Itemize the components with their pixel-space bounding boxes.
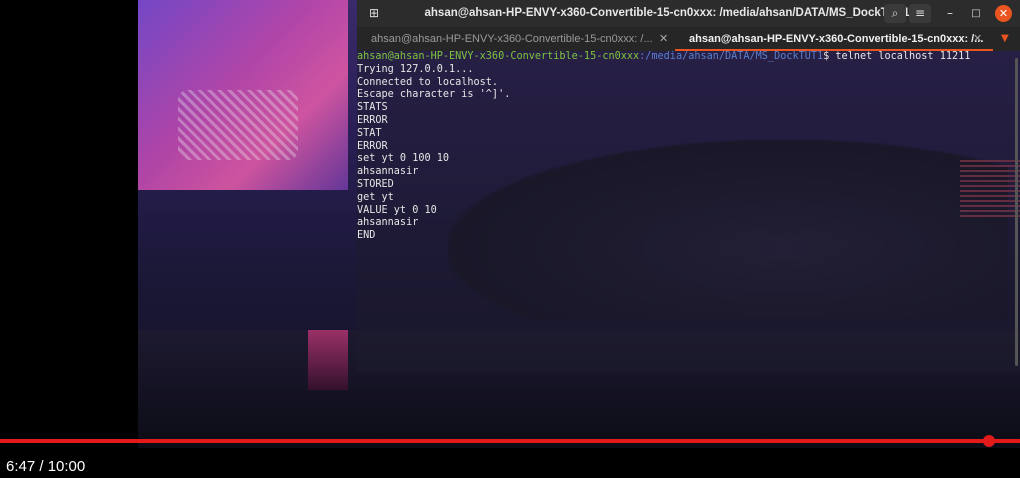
output-line: STORED: [357, 178, 394, 190]
window-titlebar: ⊞ ahsan@ahsan-HP-ENVY-x360-Convertible-1…: [357, 0, 1020, 27]
output-line: Trying 127.0.0.1...: [357, 63, 474, 75]
output-line: Connected to localhost.: [357, 76, 499, 88]
output-line: ERROR: [357, 114, 388, 126]
output-line: STAT: [357, 127, 382, 139]
tab-menu-chevron-icon[interactable]: ▼: [1001, 27, 1009, 51]
terminal-window: ⊞ ahsan@ahsan-HP-ENVY-x360-Convertible-1…: [357, 0, 1020, 372]
search-icon[interactable]: ⌕: [884, 4, 906, 23]
tab-bar: ahsan@ahsan-HP-ENVY-x360-Convertible-15-…: [357, 27, 1020, 51]
minimize-icon[interactable]: –: [939, 4, 961, 23]
prompt-line: ahsan@ahsan-HP-ENVY-x360-Convertible-15-…: [357, 51, 1020, 64]
output-line: ahsannasir: [357, 217, 419, 229]
neon-sign-background: [138, 0, 348, 190]
neon-reflection-background: [308, 330, 348, 390]
tab-terminal-1[interactable]: ahsan@ahsan-HP-ENVY-x360-Convertible-15-…: [357, 27, 675, 51]
close-icon[interactable]: ✕: [995, 5, 1012, 22]
output-line: STATS: [357, 102, 388, 114]
output-line: ahsannasir: [357, 166, 419, 178]
tab-close-icon[interactable]: ✕: [659, 27, 668, 51]
prompt-path: :/media/ahsan/DATA/MS_DockTUT1: [639, 51, 824, 62]
output-line: ERROR: [357, 140, 388, 152]
prompt-command: $ telnet localhost 11211: [823, 51, 971, 62]
video-progress-knob[interactable]: [983, 435, 995, 447]
output-line: Escape character is '^]'.: [357, 89, 511, 101]
video-timecode: 6:47 / 10:00: [6, 458, 86, 475]
output-line: get yt: [357, 191, 394, 203]
tab-terminal-2[interactable]: ahsan@ahsan-HP-ENVY-x360-Convertible-15-…: [675, 27, 993, 51]
output-line: END: [357, 230, 376, 242]
terminal-output[interactable]: ahsan@ahsan-HP-ENVY-x360-Convertible-15-…: [357, 51, 1020, 372]
tab-label: ahsan@ahsan-HP-ENVY-x360-Convertible-15-…: [371, 33, 653, 45]
window-title: ahsan@ahsan-HP-ENVY-x360-Convertible-15-…: [424, 7, 910, 19]
video-progress-bar[interactable]: [0, 439, 1020, 443]
maximize-icon[interactable]: □: [965, 4, 987, 23]
terminal-scrollbar[interactable]: [1015, 58, 1018, 366]
hamburger-menu-icon[interactable]: ≡: [909, 4, 931, 23]
tab-close-icon[interactable]: ✕: [973, 27, 982, 51]
output-line: set yt 0 100 10: [357, 153, 450, 165]
tab-label: ahsan@ahsan-HP-ENVY-x360-Convertible-15-…: [689, 33, 984, 45]
output-line: VALUE yt 0 10: [357, 204, 437, 216]
terminal-new-tab-icon[interactable]: ⊞: [363, 4, 385, 23]
prompt-user: ahsan@ahsan-HP-ENVY-x360-Convertible-15-…: [357, 51, 640, 62]
